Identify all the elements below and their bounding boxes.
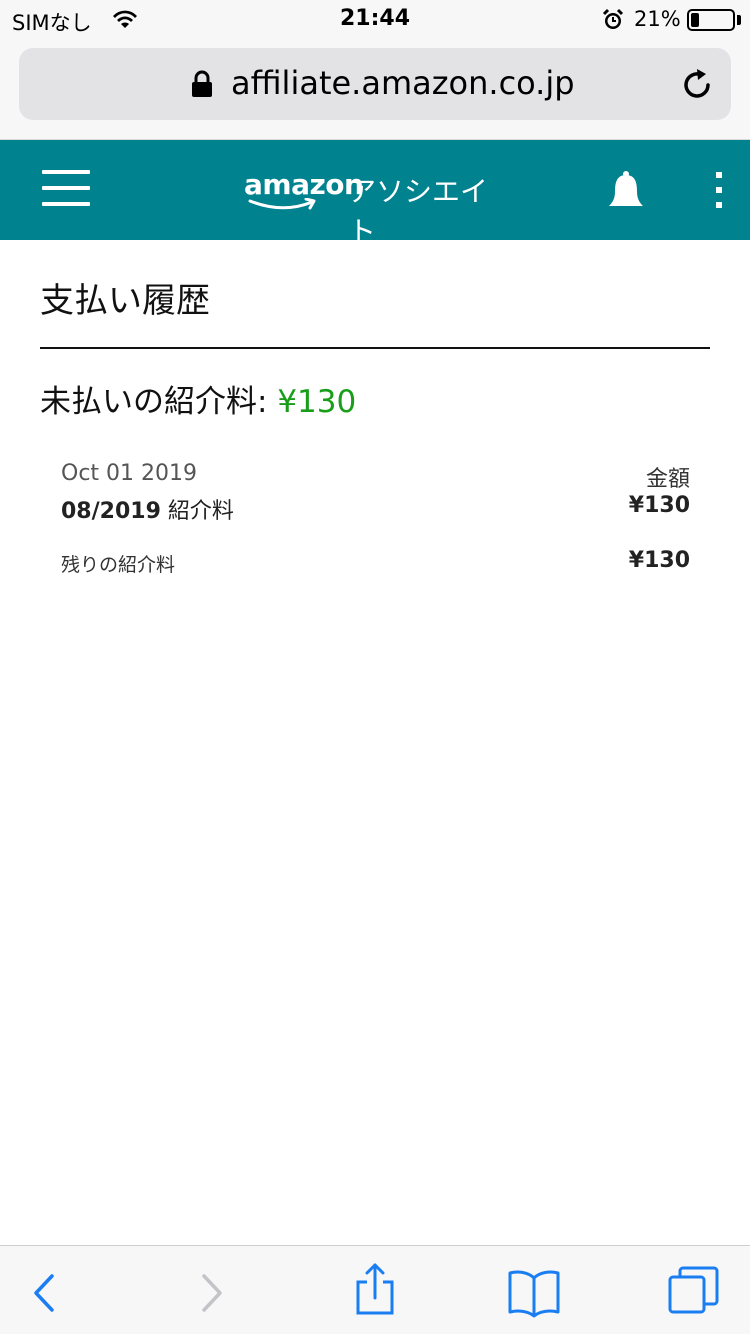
amount-column-header: 金額 — [645, 467, 690, 492]
alarm-icon — [602, 8, 624, 29]
title-divider — [40, 347, 710, 349]
period-month: 08/2019 — [61, 499, 161, 524]
page-title: 支払い履歴 — [40, 281, 210, 321]
address-bar[interactable]: affiliate.amazon.co.jp — [19, 48, 731, 120]
period-amount: ¥130 — [628, 493, 690, 518]
back-icon[interactable] — [14, 1246, 74, 1334]
notification-bell-icon[interactable] — [606, 170, 646, 212]
battery-percent: 21% — [634, 7, 681, 31]
amazon-smile-icon — [248, 198, 316, 210]
lock-icon — [192, 70, 212, 97]
status-bar: SIMなし 21:44 21% — [0, 0, 750, 40]
payment-period: 08/2019 紹介料 — [61, 493, 234, 525]
share-icon[interactable] — [345, 1246, 405, 1334]
url-text[interactable]: affiliate.amazon.co.jp — [231, 64, 575, 102]
tabs-icon[interactable] — [664, 1246, 724, 1334]
bookmarks-icon[interactable] — [504, 1246, 564, 1334]
battery-fill — [691, 13, 699, 27]
amazon-associates-logo[interactable]: amazon アソシエイト — [244, 168, 514, 248]
site-header: amazon アソシエイト — [0, 140, 750, 248]
battery-icon — [687, 9, 735, 31]
period-label: 紹介料 — [160, 499, 234, 524]
battery-nub — [737, 15, 741, 25]
reload-icon[interactable] — [679, 67, 715, 103]
payment-date: Oct 01 2019 — [61, 461, 198, 486]
unpaid-amount: ¥130 — [277, 384, 357, 420]
browser-toolbar — [0, 1245, 750, 1334]
unpaid-label: 未払いの紹介料: — [40, 384, 278, 420]
forward-icon[interactable] — [182, 1246, 242, 1334]
browser-address-area: affiliate.amazon.co.jp — [0, 40, 750, 140]
logo-suffix: アソシエイト — [348, 175, 489, 248]
remaining-amount: ¥130 — [628, 548, 690, 573]
unpaid-commission: 未払いの紹介料: ¥130 — [40, 376, 356, 421]
menu-icon[interactable] — [42, 170, 90, 206]
logo-brand: amazon — [244, 168, 364, 201]
more-options-icon[interactable] — [714, 172, 724, 208]
remaining-label: 残りの紹介料 — [61, 554, 176, 576]
